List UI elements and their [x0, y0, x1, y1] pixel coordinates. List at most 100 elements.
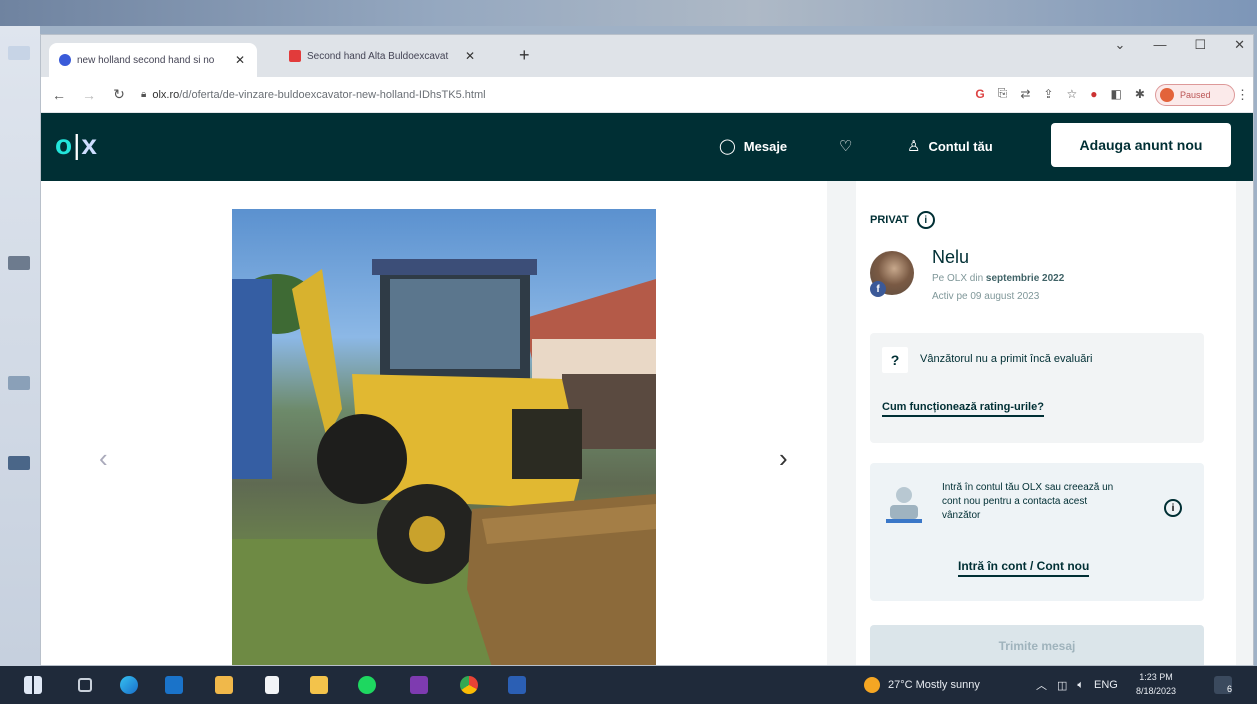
user-icon: ♙ [907, 138, 921, 155]
post-ad-button[interactable]: Adauga anunt nou [1051, 123, 1231, 167]
tab-olx-active[interactable]: new holland second hand si no ✕ [49, 43, 257, 77]
chevron-up-icon[interactable]: ︿ [1036, 677, 1047, 693]
windows-start-icon[interactable] [24, 676, 42, 694]
seller-name[interactable]: Nelu [932, 247, 969, 268]
favorites-link[interactable]: ♡ [839, 137, 852, 155]
rating-box: ? Vânzătorul nu a primit încă evaluări C… [870, 333, 1204, 443]
desktop-icon[interactable] [8, 46, 30, 60]
browser-window: new holland second hand si no ✕ Second h… [40, 34, 1254, 666]
info-icon[interactable]: i [1164, 499, 1182, 517]
url-path: /d/oferta/de-vinzare-buldoexcavator-new-… [179, 88, 486, 101]
clock[interactable]: 1:23 PM 8/18/2023 [1136, 670, 1176, 698]
desktop-icon[interactable] [8, 256, 30, 270]
rating-status: Vânzătorul nu a primit încă evaluări [920, 353, 1093, 365]
previous-photo-arrow[interactable]: ‹ [99, 443, 108, 474]
back-icon[interactable]: ← [47, 87, 71, 103]
tab-close-icon[interactable]: ✕ [463, 49, 477, 63]
olx-favicon-icon [59, 54, 71, 66]
info-icon[interactable]: i [916, 211, 935, 229]
google-icon[interactable]: G [975, 87, 984, 101]
mail-icon[interactable] [165, 676, 183, 694]
sun-icon [864, 677, 880, 693]
chrome-icon[interactable] [460, 676, 478, 694]
site-favicon-icon [289, 50, 301, 62]
desktop-left-strip [0, 26, 40, 666]
desktop-top-strip [0, 0, 1257, 26]
maximize-icon[interactable]: ☐ [1194, 37, 1206, 53]
task-view-icon[interactable] [78, 678, 92, 692]
seller-type-label: PRIVAT [870, 214, 909, 226]
login-register-link[interactable]: Intră în cont / Cont nou [958, 559, 1090, 577]
language-indicator[interactable]: ENG [1094, 679, 1118, 691]
question-icon: ? [882, 347, 908, 373]
avatar [1160, 88, 1174, 102]
backhoe-image [232, 259, 656, 665]
translate-icon[interactable]: ⇄ [1020, 87, 1030, 101]
main-content: ‹ › PRIVAT i f Nelu Pe OLX din septembri… [41, 181, 1253, 665]
reload-icon[interactable]: ↻ [107, 86, 131, 103]
rating-help-link[interactable]: Cum funcționează rating-urile? [882, 401, 1044, 417]
send-message-button[interactable]: Trimite mesaj [870, 625, 1204, 665]
forward-icon[interactable]: → [77, 87, 101, 103]
browser-menu-icon[interactable]: ⋮ [1236, 87, 1249, 103]
account-link[interactable]: ♙ Contul tău [907, 137, 993, 155]
messages-label: Mesaje [743, 138, 788, 154]
profile-paused-button[interactable]: Paused [1155, 84, 1235, 106]
next-photo-arrow[interactable]: › [779, 443, 788, 474]
member-since: Pe OLX din septembrie 2022 [932, 273, 1065, 284]
tab-search-icon[interactable]: ⌄ [1115, 37, 1126, 53]
chat-bubble-icon: ◯ [719, 138, 736, 155]
clock-time: 1:23 PM [1139, 672, 1173, 682]
window-controls: ⌄ — ☐ ✕ [1115, 37, 1245, 53]
file-icon[interactable] [265, 676, 279, 694]
store-icon[interactable] [215, 676, 233, 694]
site-header: o|x ◯ Mesaje ♡ ♙ Contul tău Adauga anunt… [41, 113, 1253, 181]
clock-date: 8/18/2023 [1136, 686, 1177, 696]
tab-title: Second hand Alta Buldoexcavat [307, 50, 449, 62]
seller-panel: PRIVAT i f Nelu Pe OLX din septembrie 20… [856, 181, 1236, 665]
folder-icon[interactable] [310, 676, 328, 694]
profile-status: Paused [1180, 90, 1211, 100]
listing-photo[interactable] [232, 209, 656, 665]
weather-widget[interactable]: 27°C Mostly sunny [864, 666, 980, 704]
share-icon[interactable]: ⇪ [1043, 87, 1053, 101]
new-tab-button[interactable]: + [519, 45, 530, 66]
tab-close-icon[interactable]: ✕ [233, 53, 247, 67]
spotify-icon[interactable] [358, 676, 376, 694]
login-illustration-icon [886, 487, 922, 523]
bookmark-star-icon[interactable]: ☆ [1066, 87, 1077, 101]
photo-gallery: ‹ › [41, 181, 827, 665]
url-field[interactable]: 🔒︎ olx.ro/d/oferta/de-vinzare-buldoexcav… [141, 89, 486, 101]
minimize-icon[interactable]: — [1153, 37, 1166, 53]
install-app-icon[interactable]: ⎘ [998, 86, 1008, 101]
olx-logo[interactable]: o|x [55, 129, 98, 161]
tab-title: new holland second hand si no [77, 54, 215, 66]
heart-icon: ♡ [839, 138, 853, 155]
edge-icon[interactable] [120, 676, 138, 694]
extension-icon[interactable]: ◧ [1110, 87, 1121, 101]
notifications-icon[interactable]: 6 [1214, 676, 1232, 694]
seller-type: PRIVAT i [870, 211, 935, 229]
volume-icon[interactable]: 🔈︎ [1077, 679, 1084, 692]
facebook-badge-icon: f [870, 281, 886, 297]
onenote-icon[interactable] [410, 676, 428, 694]
extensions-puzzle-icon[interactable]: ✱ [1135, 87, 1145, 101]
messages-link[interactable]: ◯ Mesaje [719, 137, 787, 155]
word-icon[interactable] [508, 676, 526, 694]
address-bar: ← → ↻ 🔒︎ olx.ro/d/oferta/de-vinzare-buld… [41, 77, 1253, 113]
login-prompt-box: Intră în contul tău OLX sau creează un c… [870, 463, 1204, 601]
close-window-icon[interactable]: ✕ [1234, 37, 1245, 53]
last-active: Activ pe 09 august 2023 [932, 291, 1040, 302]
extension-red-icon[interactable]: ● [1090, 87, 1097, 101]
lock-icon: 🔒︎ [141, 89, 147, 100]
tab-alta[interactable]: Second hand Alta Buldoexcavat ✕ [279, 41, 487, 71]
account-label: Contul tău [928, 138, 993, 154]
desktop-icon[interactable] [8, 456, 30, 470]
taskbar: 27°C Mostly sunny ︿ ◫ 🔈︎ ENG 1:23 PM 8/1… [0, 666, 1257, 704]
login-prompt-text: Intră în contul tău OLX sau creează un c… [942, 482, 1114, 521]
weather-text: 27°C Mostly sunny [888, 679, 980, 691]
desktop-icon[interactable] [8, 376, 30, 390]
system-tray: ︿ ◫ 🔈︎ ENG [1036, 666, 1118, 704]
tab-bar: new holland second hand si no ✕ Second h… [41, 35, 1253, 77]
network-icon[interactable]: ◫ [1057, 679, 1067, 692]
